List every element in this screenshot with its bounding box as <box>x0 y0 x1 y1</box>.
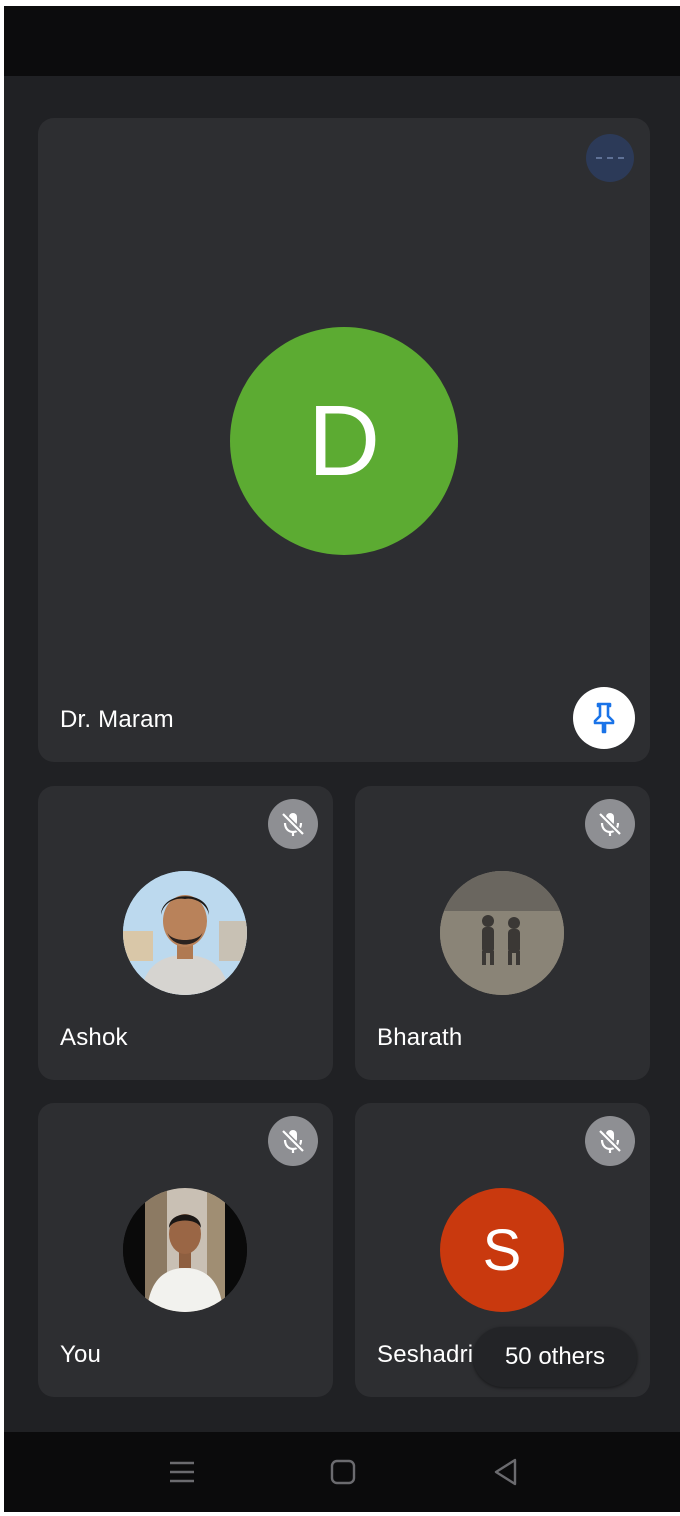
home-icon <box>330 1459 356 1485</box>
avatar <box>440 871 564 995</box>
others-count-label: 50 others <box>504 1343 606 1370</box>
participant-name: Seshadri <box>377 1341 474 1368</box>
more-options-icon <box>596 157 624 159</box>
mic-off-icon <box>281 812 305 836</box>
participant-name: Dr. Maram <box>60 706 174 733</box>
mic-off-icon <box>598 1129 622 1153</box>
mic-off-icon <box>598 812 622 836</box>
mic-off-indicator <box>585 1116 635 1166</box>
mic-off-indicator <box>585 799 635 849</box>
back-icon <box>494 1458 517 1486</box>
participant-name: Ashok <box>60 1024 128 1051</box>
avatar-initial: D <box>307 384 381 497</box>
participant-tile-ashok[interactable]: Ashok <box>38 786 333 1080</box>
meet-call-screen: D Dr. Maram Ashok Bharath You S Seshadri… <box>4 6 680 1512</box>
back-button[interactable] <box>475 1442 535 1502</box>
avatar <box>123 1188 247 1312</box>
mic-off-indicator <box>268 799 318 849</box>
participant-tile-seshadri[interactable]: S Seshadri 50 others <box>355 1103 650 1397</box>
menu-icon <box>170 1461 194 1483</box>
profile-photo-icon <box>123 871 247 995</box>
main-participant-tile[interactable]: D Dr. Maram <box>38 118 650 762</box>
profile-photo-icon <box>123 1188 247 1312</box>
navigation-bar <box>4 1432 680 1512</box>
avatar-initial: S <box>482 1217 522 1283</box>
recent-apps-button[interactable] <box>152 1442 212 1502</box>
more-options-button[interactable] <box>586 134 634 182</box>
avatar: D <box>230 327 458 555</box>
mic-off-indicator <box>268 1116 318 1166</box>
participant-name: You <box>60 1341 102 1368</box>
others-count-chip[interactable]: 50 others <box>473 1327 637 1387</box>
pin-button[interactable] <box>573 687 635 749</box>
participant-tile-bharath[interactable]: Bharath <box>355 786 650 1080</box>
avatar <box>123 871 247 995</box>
pin-icon <box>593 702 615 734</box>
avatar: S <box>440 1188 564 1312</box>
participant-tile-you[interactable]: You <box>38 1103 333 1397</box>
participant-name: Bharath <box>377 1024 463 1051</box>
mic-off-icon <box>281 1129 305 1153</box>
home-button[interactable] <box>313 1442 373 1502</box>
status-bar <box>4 6 680 76</box>
profile-photo-icon <box>440 871 564 995</box>
